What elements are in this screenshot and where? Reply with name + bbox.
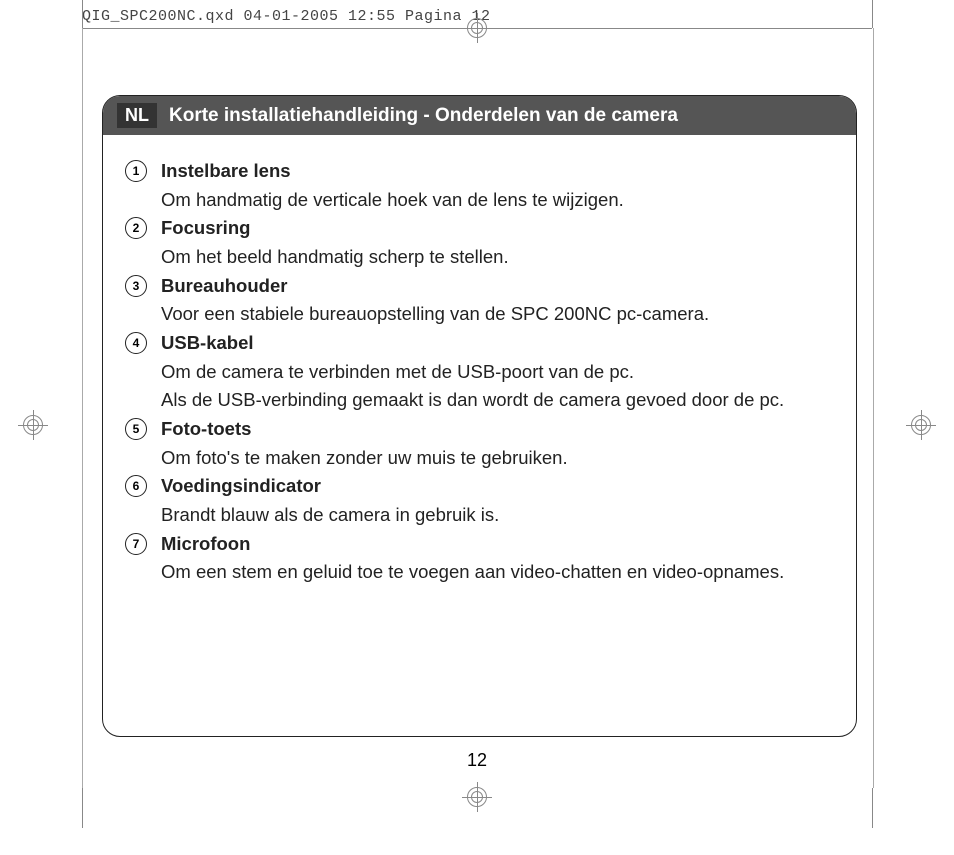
item-number-badge: 3: [125, 275, 147, 297]
item-description-line: Om foto's te maken zonder uw muis te geb…: [161, 444, 568, 473]
item-body: VoedingsindicatorBrandt blauw als de cam…: [161, 472, 499, 529]
registration-mark-left: [18, 410, 48, 440]
crop-line-right: [872, 0, 873, 28]
item-description-line: Om een stem en geluid toe te voegen aan …: [161, 558, 784, 587]
item-description-line: Om handmatig de verticale hoek van de le…: [161, 186, 624, 215]
list-item: 7 MicrofoonOm een stem en geluid toe te v…: [125, 530, 828, 587]
crop-line-left: [82, 0, 83, 28]
item-title: Focusring: [161, 214, 509, 243]
item-body: Instelbare lensOm handmatig de verticale…: [161, 157, 624, 214]
item-description-line: Brandt blauw als de camera in gebruik is…: [161, 501, 499, 530]
list-item: 1 Instelbare lensOm handmatig de vertical…: [125, 157, 828, 214]
page-number: 12: [0, 750, 954, 771]
item-body: MicrofoonOm een stem en geluid toe te vo…: [161, 530, 784, 587]
item-body: BureauhouderVoor een stabiele bureauopst…: [161, 272, 709, 329]
items-list: 1 Instelbare lensOm handmatig de vertical…: [103, 135, 856, 607]
title-bar: NL Korte installatiehandleiding - Onderd…: [103, 96, 856, 135]
list-item: 6 VoedingsindicatorBrandt blauw als de ca…: [125, 472, 828, 529]
item-number-badge: 5: [125, 418, 147, 440]
page-title: Korte installatiehandleiding - Onderdele…: [169, 105, 678, 127]
list-item: 2 FocusringOm het beeld handmatig scherp …: [125, 214, 828, 271]
item-description-line: Voor een stabiele bureauopstelling van d…: [161, 300, 709, 329]
list-item: 3 BureauhouderVoor een stabiele bureauops…: [125, 272, 828, 329]
item-number-badge: 6: [125, 475, 147, 497]
item-description-line: Als de USB-verbinding gemaakt is dan wor…: [161, 386, 784, 415]
list-item: 4 USB-kabelOm de camera te verbinden met …: [125, 329, 828, 415]
item-title: Instelbare lens: [161, 157, 624, 186]
item-body: FocusringOm het beeld handmatig scherp t…: [161, 214, 509, 271]
item-number-badge: 1: [125, 160, 147, 182]
item-description-line: Om de camera te verbinden met de USB-poo…: [161, 358, 784, 387]
language-badge: NL: [117, 103, 157, 128]
content-box: NL Korte installatiehandleiding - Onderd…: [102, 95, 857, 737]
item-body: Foto-toetsOm foto's te maken zonder uw m…: [161, 415, 568, 472]
crop-line-right-bottom: [872, 788, 873, 828]
item-title: Microfoon: [161, 530, 784, 559]
item-number-badge: 2: [125, 217, 147, 239]
item-number-badge: 4: [125, 332, 147, 354]
item-description-line: Om het beeld handmatig scherp te stellen…: [161, 243, 509, 272]
crop-line-left-bottom: [82, 788, 83, 828]
item-title: Bureauhouder: [161, 272, 709, 301]
registration-mark-right: [906, 410, 936, 440]
item-body: USB-kabelOm de camera te verbinden met d…: [161, 329, 784, 415]
item-title: USB-kabel: [161, 329, 784, 358]
item-number-badge: 7: [125, 533, 147, 555]
file-meta-header: QIG_SPC200NC.qxd 04-01-2005 12:55 Pagina…: [82, 8, 491, 25]
item-title: Foto-toets: [161, 415, 568, 444]
list-item: 5 Foto-toetsOm foto's te maken zonder uw …: [125, 415, 828, 472]
item-title: Voedingsindicator: [161, 472, 499, 501]
